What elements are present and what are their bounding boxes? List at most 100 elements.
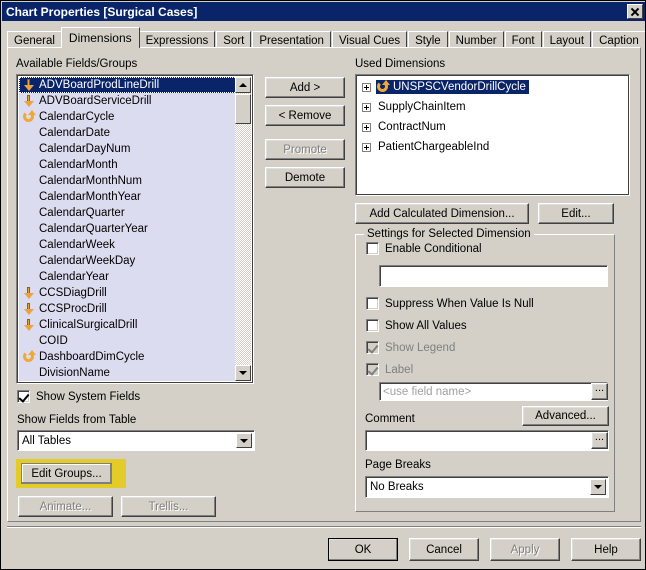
dimension-label: SupplyChainItem	[378, 101, 466, 113]
edit-dimension-button[interactable]: Edit...	[538, 203, 614, 224]
drill-icon	[22, 286, 36, 300]
suppress-when-null-label: Suppress When Value Is Null	[385, 297, 534, 310]
scroll-down-icon[interactable]	[235, 365, 251, 381]
cancel-button[interactable]: Cancel	[409, 538, 479, 561]
list-item[interactable]: CalendarQuarterYear	[19, 221, 251, 237]
list-item[interactable]: CalendarDate	[19, 125, 251, 141]
expand-plus-icon[interactable]	[362, 122, 371, 132]
footer-separator	[7, 526, 641, 528]
comment-label: Comment	[365, 413, 415, 425]
suppress-when-null-checkbox[interactable]: Suppress When Value Is Null	[366, 297, 534, 310]
dimension-entry[interactable]: PatientChargeableInd	[376, 141, 489, 153]
show-all-values-label: Show All Values	[385, 319, 467, 332]
list-item[interactable]: DivisionName	[19, 365, 251, 381]
list-item[interactable]: ADVBoardProdLineDrill	[19, 77, 251, 93]
page-breaks-combobox[interactable]: No Breaks	[365, 476, 609, 498]
list-item-label: CalendarWeekDay	[39, 255, 136, 267]
list-item[interactable]: CCSDiagDrill	[19, 285, 251, 301]
chevron-down-icon[interactable]	[590, 479, 606, 495]
help-button[interactable]: Help	[571, 538, 641, 561]
drill-icon	[22, 78, 36, 92]
dimension-label: ContractNum	[378, 121, 446, 133]
cycle-icon	[376, 80, 390, 94]
edit-groups-button[interactable]: Edit Groups...	[21, 463, 112, 484]
add-calculated-dimension-button[interactable]: Add Calculated Dimension...	[355, 203, 529, 224]
list-item-label: CalendarWeek	[39, 239, 115, 251]
table-row[interactable]: SupplyChainItem	[358, 97, 627, 117]
list-item[interactable]: CalendarMonthNum	[19, 173, 251, 189]
label-field-input[interactable]: <use field name>	[379, 382, 608, 401]
comment-input[interactable]	[365, 430, 609, 451]
animate-button: Animate...	[18, 496, 113, 517]
add-button[interactable]: Add >	[265, 77, 345, 98]
table-filter-combobox[interactable]: All Tables	[17, 430, 255, 451]
trellis-button: Trellis...	[121, 496, 216, 517]
show-system-fields-checkbox[interactable]: Show System Fields	[17, 390, 140, 403]
available-fields-scrollbar[interactable]	[235, 77, 251, 381]
list-item[interactable]: CalendarDayNum	[19, 141, 251, 157]
advanced-button[interactable]: Advanced...	[522, 406, 609, 426]
scroll-up-icon[interactable]	[235, 77, 251, 93]
ok-button[interactable]: OK	[328, 538, 398, 561]
list-item[interactable]: DashboardDimCycle	[19, 349, 251, 365]
list-item[interactable]: CalendarCycle	[19, 109, 251, 125]
list-item[interactable]: CalendarWeekDay	[19, 253, 251, 269]
remove-button[interactable]: < Remove	[265, 105, 345, 126]
list-item-label: CalendarQuarter	[39, 207, 125, 219]
list-item-label: CalendarQuarterYear	[39, 223, 148, 235]
list-item[interactable]: CalendarMonthYear	[19, 189, 251, 205]
settings-groupbox-title: Settings for Selected Dimension	[364, 228, 534, 240]
apply-button: Apply	[490, 538, 560, 561]
dimension-entry[interactable]: ContractNum	[376, 121, 446, 133]
no-icon	[22, 238, 36, 252]
demote-button[interactable]: Demote	[265, 167, 345, 188]
list-item[interactable]: ADVBoardServiceDrill	[19, 93, 251, 109]
enable-conditional-checkbox[interactable]: Enable Conditional	[366, 242, 482, 255]
close-icon[interactable]	[627, 4, 643, 19]
page-breaks-value: No Breaks	[370, 481, 424, 493]
tab-dimensions[interactable]: Dimensions	[60, 27, 140, 48]
list-item-label: CalendarMonthNum	[39, 175, 142, 187]
no-icon	[22, 270, 36, 284]
table-row[interactable]: UNSPSCVendorDrillCycle	[358, 77, 627, 97]
checkbox-box	[366, 363, 379, 376]
checkbox-box	[366, 319, 379, 332]
chevron-down-icon[interactable]	[236, 433, 252, 448]
list-item-label: COID	[39, 335, 68, 347]
show-all-values-checkbox[interactable]: Show All Values	[366, 319, 467, 332]
label-checkbox-label: Label	[385, 363, 414, 376]
dimension-entry[interactable]: UNSPSCVendorDrillCycle	[375, 79, 530, 95]
table-row[interactable]: ContractNum	[358, 117, 627, 137]
dimension-entry[interactable]: SupplyChainItem	[376, 101, 466, 113]
list-item[interactable]: CalendarMonth	[19, 157, 251, 173]
checkbox-box	[366, 297, 379, 310]
show-system-fields-label: Show System Fields	[36, 390, 141, 403]
expand-plus-icon[interactable]	[362, 102, 371, 112]
list-item[interactable]: CalendarQuarter	[19, 205, 251, 221]
table-row[interactable]: PatientChargeableInd	[358, 137, 627, 157]
available-fields-label: Available Fields/Groups	[16, 58, 138, 70]
drill-icon	[22, 302, 36, 316]
list-item[interactable]: ClinicalSurgicalDrill	[19, 317, 251, 333]
available-fields-list[interactable]: ADVBoardProdLineDrill ADVBoardServiceDril…	[16, 74, 254, 384]
no-icon	[22, 158, 36, 172]
no-icon	[22, 142, 36, 156]
scrollbar-thumb[interactable]	[235, 94, 251, 124]
comment-ellipsis-button[interactable]: ...	[591, 432, 608, 449]
no-icon	[22, 190, 36, 204]
expand-plus-icon[interactable]	[362, 142, 371, 152]
conditional-expression-input[interactable]	[379, 265, 608, 287]
page-breaks-label: Page Breaks	[365, 459, 431, 471]
checkbox-box	[366, 242, 379, 255]
list-item-label: DivisionName	[39, 367, 110, 379]
no-icon	[22, 254, 36, 268]
list-item[interactable]: CalendarWeek	[19, 237, 251, 253]
show-fields-from-table-label: Show Fields from Table	[17, 414, 137, 426]
no-icon	[22, 174, 36, 188]
expand-plus-icon[interactable]	[362, 82, 371, 92]
list-item[interactable]: CalendarYear	[19, 269, 251, 285]
list-item[interactable]: CCSProcDrill	[19, 301, 251, 317]
label-field-ellipsis-button[interactable]: ...	[591, 383, 608, 400]
list-item[interactable]: COID	[19, 333, 251, 349]
used-dimensions-list[interactable]: UNSPSCVendorDrillCycle SupplyChainItem Con…	[355, 74, 630, 196]
